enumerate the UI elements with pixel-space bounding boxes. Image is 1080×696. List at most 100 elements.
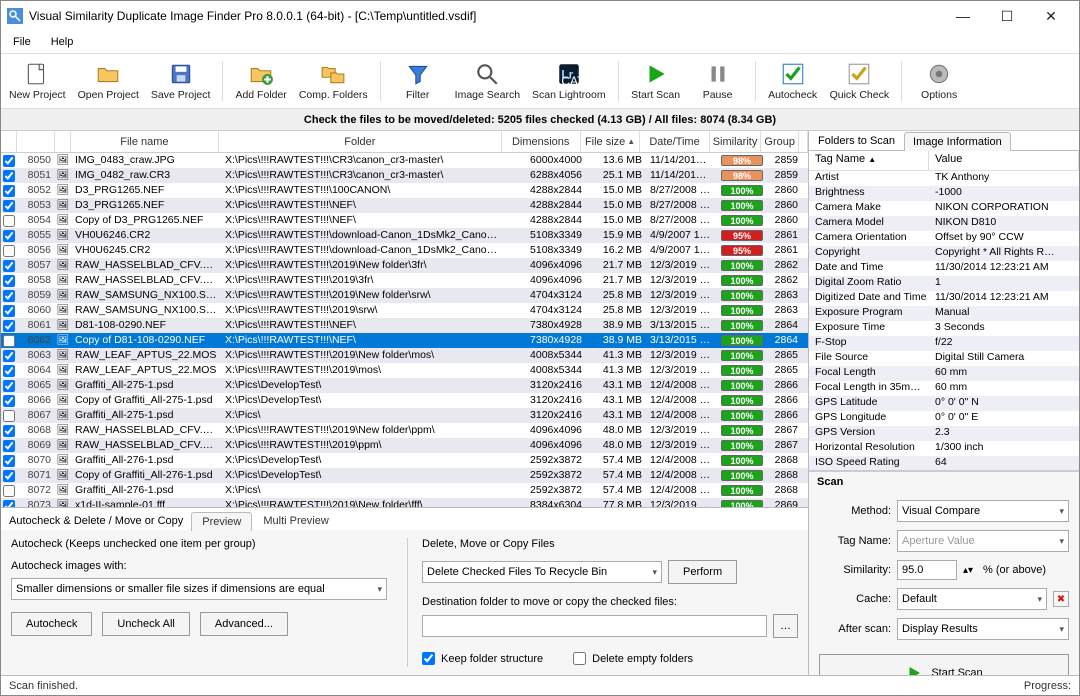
table-row[interactable]: 8052🖼D3_PRG1265.NEFX:\Pics\!!!RAWTEST!!!… <box>1 183 808 198</box>
row-checkbox[interactable] <box>3 425 15 437</box>
row-checkbox[interactable] <box>3 485 15 497</box>
keep-folder-checkbox[interactable]: Keep folder structure <box>422 652 543 665</box>
meta-row[interactable]: Focal Length in 35m…60 mm <box>809 381 1079 396</box>
table-row[interactable]: 8054🖼Copy of D3_PRG1265.NEFX:\Pics\!!!RA… <box>1 213 808 228</box>
pause-button[interactable]: Pause <box>693 61 743 101</box>
row-checkbox[interactable] <box>3 380 15 392</box>
meta-row[interactable]: GPS Latitude0° 0' 0" N <box>809 396 1079 411</box>
row-checkbox[interactable] <box>3 305 15 317</box>
row-checkbox[interactable] <box>3 155 15 167</box>
table-row[interactable]: 8056🖼VH0U6245.CR2X:\Pics\!!!RAWTEST!!!\d… <box>1 243 808 258</box>
uncheck-all-btn[interactable]: Uncheck All <box>102 612 189 636</box>
tab-folders-to-scan[interactable]: Folders to Scan <box>809 131 904 150</box>
table-row[interactable]: 8055🖼VH0U6246.CR2X:\Pics\!!!RAWTEST!!!\d… <box>1 228 808 243</box>
table-row[interactable]: 8064🖼RAW_LEAF_APTUS_22.MOSX:\Pics\!!!RAW… <box>1 363 808 378</box>
table-row[interactable]: 8071🖼Copy of Graffiti_All-276-1.psdX:\Pi… <box>1 468 808 483</box>
row-checkbox[interactable] <box>3 260 15 272</box>
meta-col-value[interactable]: Value <box>929 151 1079 170</box>
autocheck-criteria-combo[interactable]: Smaller dimensions or smaller file sizes… <box>11 578 387 600</box>
row-checkbox[interactable] <box>3 500 15 508</box>
tab-image-info[interactable]: Image Information <box>904 132 1011 151</box>
tab-preview[interactable]: Preview <box>191 512 252 531</box>
afterscan-combo[interactable]: Display Results <box>897 618 1069 640</box>
row-checkbox[interactable] <box>3 185 15 197</box>
col-folder[interactable]: Folder <box>219 131 501 152</box>
table-row[interactable]: 8060🖼RAW_SAMSUNG_NX100.SRWX:\Pics\!!!RAW… <box>1 303 808 318</box>
col-filename[interactable]: File name <box>71 131 220 152</box>
save-project-button[interactable]: Save Project <box>151 61 211 101</box>
table-row[interactable]: 8051🖼IMG_0482_raw.CR3X:\Pics\!!!RAWTEST!… <box>1 168 808 183</box>
row-checkbox[interactable] <box>3 245 15 257</box>
meta-col-tagname[interactable]: Tag Name ▲ <box>809 151 929 170</box>
row-checkbox[interactable] <box>3 440 15 452</box>
table-row[interactable]: 8073🖼x1d-II-sample-01.fffX:\Pics\!!!RAWT… <box>1 498 808 507</box>
row-checkbox[interactable] <box>3 410 15 422</box>
row-checkbox[interactable] <box>3 335 15 347</box>
table-row[interactable]: 8058🖼RAW_HASSELBLAD_CFV.3FRX:\Pics\!!!RA… <box>1 273 808 288</box>
clear-cache-icon[interactable]: ✖ <box>1053 591 1069 607</box>
meta-row[interactable]: Date and Time11/30/2014 12:23:21 AM <box>809 261 1079 276</box>
advanced-btn[interactable]: Advanced... <box>200 612 288 636</box>
table-row[interactable]: 8050🖼IMG_0483_craw.JPGX:\Pics\!!!RAWTEST… <box>1 153 808 168</box>
meta-row[interactable]: Brightness-1000 <box>809 186 1079 201</box>
meta-row[interactable]: Digitized Date and Time11/30/2014 12:23:… <box>809 291 1079 306</box>
row-checkbox[interactable] <box>3 200 15 212</box>
row-checkbox[interactable] <box>3 320 15 332</box>
table-row[interactable]: 8053🖼D3_PRG1265.NEFX:\Pics\!!!RAWTEST!!!… <box>1 198 808 213</box>
image-search-button[interactable]: Image Search <box>455 61 520 101</box>
minimize-button[interactable]: — <box>941 2 985 30</box>
table-row[interactable]: 8061🖼D81-108-0290.NEFX:\Pics\!!!RAWTEST!… <box>1 318 808 333</box>
meta-row[interactable]: GPS Longitude0° 0' 0" E <box>809 411 1079 426</box>
meta-row[interactable]: Camera ModelNIKON D810 <box>809 216 1079 231</box>
perform-btn[interactable]: Perform <box>668 560 737 584</box>
table-row[interactable]: 8068🖼RAW_HASSELBLAD_CFV.PPMX:\Pics\!!!RA… <box>1 423 808 438</box>
filter-button[interactable]: Filter <box>393 61 443 101</box>
table-row[interactable]: 8063🖼RAW_LEAF_APTUS_22.MOSX:\Pics\!!!RAW… <box>1 348 808 363</box>
close-button[interactable]: ✕ <box>1029 2 1073 30</box>
meta-row[interactable]: Exposure Time3 Seconds <box>809 321 1079 336</box>
table-row[interactable]: 8062🖼Copy of D81-108-0290.NEFX:\Pics\!!!… <box>1 333 808 348</box>
start-scan-button[interactable]: Start Scan <box>631 61 681 101</box>
col-size[interactable]: File size▲ <box>581 131 641 152</box>
row-checkbox[interactable] <box>3 365 15 377</box>
table-row[interactable]: 8072🖼Graffiti_All-276-1.psdX:\Pics\2592x… <box>1 483 808 498</box>
meta-row[interactable]: Focal Length60 mm <box>809 366 1079 381</box>
delete-empty-checkbox[interactable]: Delete empty folders <box>573 652 693 665</box>
method-combo[interactable]: Visual Compare <box>897 500 1069 522</box>
table-row[interactable]: 8059🖼RAW_SAMSUNG_NX100.SRWX:\Pics\!!!RAW… <box>1 288 808 303</box>
meta-row[interactable]: F-Stopf/22 <box>809 336 1079 351</box>
meta-row[interactable]: Camera MakeNIKON CORPORATION <box>809 201 1079 216</box>
menu-help[interactable]: Help <box>45 34 80 50</box>
tab-multi-preview[interactable]: Multi Preview <box>252 511 339 530</box>
col-dim[interactable]: Dimensions <box>502 131 581 152</box>
col-grp[interactable]: Group <box>761 131 799 152</box>
table-row[interactable]: 8066🖼Copy of Graffiti_All-275-1.psdX:\Pi… <box>1 393 808 408</box>
row-checkbox[interactable] <box>3 350 15 362</box>
meta-row[interactable]: CopyrightCopyright * All Rights R… <box>809 246 1079 261</box>
row-checkbox[interactable] <box>3 455 15 467</box>
meta-row[interactable]: GPS Version2.3 <box>809 426 1079 441</box>
similarity-input[interactable] <box>897 560 957 580</box>
meta-row[interactable]: File SourceDigital Still Camera <box>809 351 1079 366</box>
row-checkbox[interactable] <box>3 290 15 302</box>
meta-row[interactable]: ArtistTK Anthony <box>809 171 1079 186</box>
options-button[interactable]: Options <box>914 61 964 101</box>
table-row[interactable]: 8067🖼Graffiti_All-275-1.psdX:\Pics\3120x… <box>1 408 808 423</box>
delete-action-combo[interactable]: Delete Checked Files To Recycle Bin <box>422 561 662 583</box>
meta-row[interactable]: ISO Speed Rating64 <box>809 456 1079 471</box>
row-checkbox[interactable] <box>3 395 15 407</box>
meta-row[interactable]: Horizontal Resolution1/300 inch <box>809 441 1079 456</box>
scan-lightroom-button[interactable]: LrCATScan Lightroom <box>532 61 606 101</box>
table-row[interactable]: 8057🖼RAW_HASSELBLAD_CFV.3FRX:\Pics\!!!RA… <box>1 258 808 273</box>
quick-check-button[interactable]: Quick Check <box>830 61 890 101</box>
cache-combo[interactable]: Default <box>897 588 1047 610</box>
col-dt[interactable]: Date/Time <box>640 131 709 152</box>
col-sim[interactable]: Similarity <box>710 131 762 152</box>
row-checkbox[interactable] <box>3 230 15 242</box>
open-project-button[interactable]: Open Project <box>78 61 139 101</box>
comp-folders-button[interactable]: Comp. Folders <box>299 61 368 101</box>
row-checkbox[interactable] <box>3 275 15 287</box>
browse-folder-btn[interactable]: … <box>773 614 798 638</box>
tagname-combo[interactable]: Aperture Value <box>897 530 1069 552</box>
new-project-button[interactable]: New Project <box>9 61 66 101</box>
